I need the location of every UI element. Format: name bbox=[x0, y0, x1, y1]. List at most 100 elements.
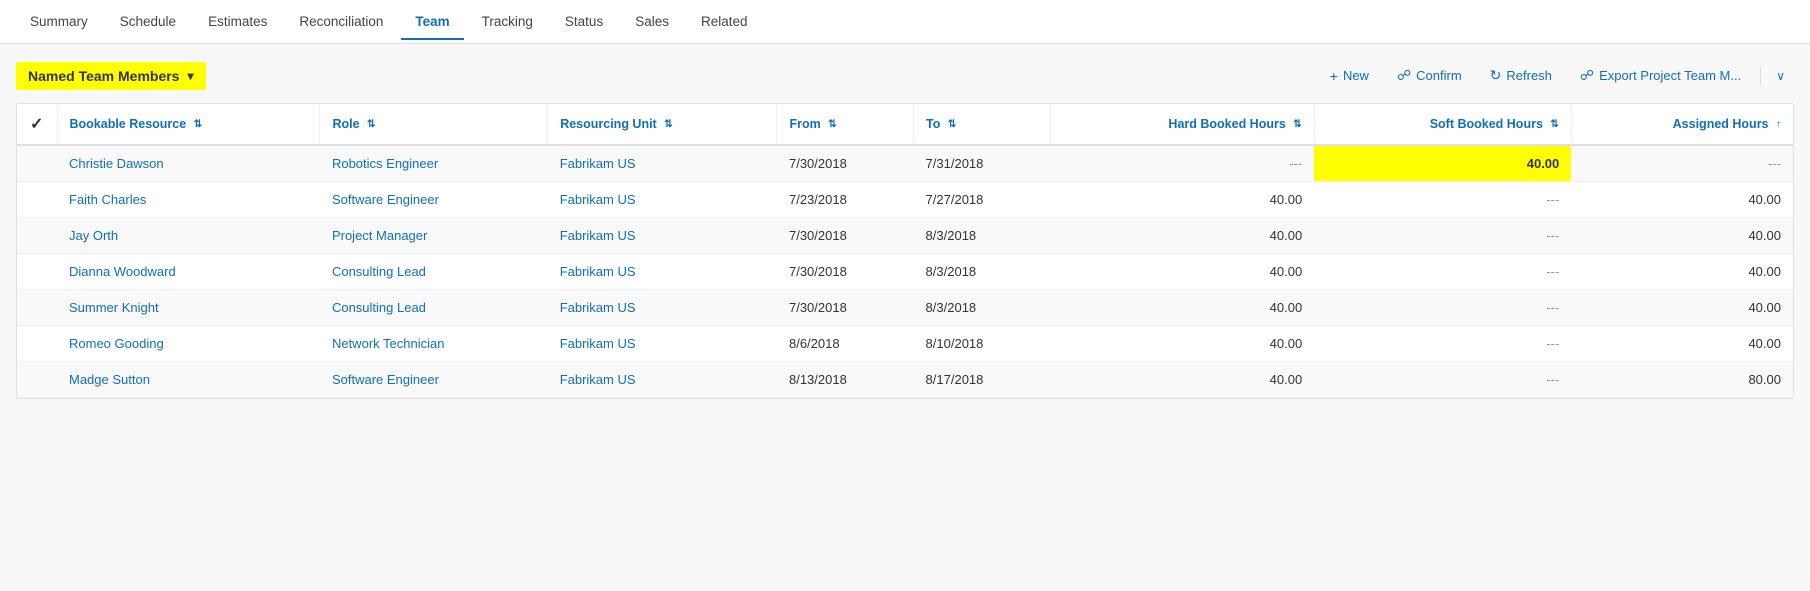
cell-resource[interactable]: Dianna Woodward bbox=[57, 254, 320, 290]
nav-item-summary[interactable]: Summary bbox=[16, 4, 102, 39]
confirm-icon: ☍ bbox=[1397, 67, 1411, 84]
cell-unit[interactable]: Fabrikam US bbox=[548, 362, 777, 398]
col-role[interactable]: Role ⇅ bbox=[320, 104, 548, 145]
nav-item-related[interactable]: Related bbox=[687, 4, 762, 39]
col-hard-booked-label: Hard Booked Hours bbox=[1168, 117, 1285, 131]
cell-from: 7/30/2018 bbox=[777, 254, 914, 290]
cell-unit[interactable]: Fabrikam US bbox=[548, 326, 777, 362]
table-row: Dianna WoodwardConsulting LeadFabrikam U… bbox=[17, 254, 1793, 290]
row-checkbox[interactable] bbox=[17, 182, 57, 218]
table-row: Jay OrthProject ManagerFabrikam US7/30/2… bbox=[17, 218, 1793, 254]
nav-item-tracking[interactable]: Tracking bbox=[468, 4, 547, 39]
row-checkbox[interactable] bbox=[17, 362, 57, 398]
cell-from: 7/30/2018 bbox=[777, 145, 914, 182]
toolbar-separator bbox=[1760, 66, 1761, 86]
cell-role[interactable]: Consulting Lead bbox=[320, 254, 548, 290]
cell-role[interactable]: Project Manager bbox=[320, 218, 548, 254]
sort-icon-to: ⇅ bbox=[948, 119, 956, 130]
cell-to: 8/3/2018 bbox=[914, 290, 1051, 326]
col-bookable-resource[interactable]: Bookable Resource ⇅ bbox=[57, 104, 320, 145]
cell-resource[interactable]: Christie Dawson bbox=[57, 145, 320, 182]
row-checkbox[interactable] bbox=[17, 326, 57, 362]
cell-hard-booked: 40.00 bbox=[1050, 254, 1314, 290]
cell-soft-booked: --- bbox=[1314, 326, 1571, 362]
col-from[interactable]: From ⇅ bbox=[777, 104, 914, 145]
col-resourcing-unit[interactable]: Resourcing Unit ⇅ bbox=[548, 104, 777, 145]
cell-resource[interactable]: Romeo Gooding bbox=[57, 326, 320, 362]
cell-unit[interactable]: Fabrikam US bbox=[548, 218, 777, 254]
cell-soft-booked: --- bbox=[1314, 362, 1571, 398]
cell-from: 8/13/2018 bbox=[777, 362, 914, 398]
cell-role[interactable]: Robotics Engineer bbox=[320, 145, 548, 182]
cell-from: 7/30/2018 bbox=[777, 218, 914, 254]
cell-resource[interactable]: Madge Sutton bbox=[57, 362, 320, 398]
nav-item-estimates[interactable]: Estimates bbox=[194, 4, 281, 39]
sort-icon-role: ⇅ bbox=[367, 119, 375, 130]
nav-item-status[interactable]: Status bbox=[551, 4, 617, 39]
cell-unit[interactable]: Fabrikam US bbox=[548, 145, 777, 182]
select-all-header[interactable]: ✓ bbox=[17, 104, 57, 145]
named-team-members-button[interactable]: Named Team Members ▾ bbox=[16, 62, 206, 90]
confirm-button[interactable]: ☍ Confirm bbox=[1384, 60, 1475, 91]
col-to[interactable]: To ⇅ bbox=[914, 104, 1051, 145]
cell-soft-booked: 40.00 bbox=[1314, 145, 1571, 182]
nav-item-sales[interactable]: Sales bbox=[621, 4, 683, 39]
plus-icon: + bbox=[1330, 68, 1338, 84]
cell-assigned: --- bbox=[1571, 145, 1793, 182]
sort-icon-resource: ⇅ bbox=[194, 119, 202, 130]
table-row: Madge SuttonSoftware EngineerFabrikam US… bbox=[17, 362, 1793, 398]
cell-resource[interactable]: Jay Orth bbox=[57, 218, 320, 254]
section-header: Named Team Members ▾ + New ☍ Confirm ↻ R… bbox=[16, 60, 1794, 91]
col-soft-booked-label: Soft Booked Hours bbox=[1430, 117, 1543, 131]
cell-soft-booked: --- bbox=[1314, 254, 1571, 290]
col-to-label: To bbox=[926, 117, 940, 131]
nav-item-team[interactable]: Team bbox=[401, 4, 463, 39]
main-content: Named Team Members ▾ + New ☍ Confirm ↻ R… bbox=[0, 44, 1810, 584]
row-checkbox[interactable] bbox=[17, 218, 57, 254]
cell-resource[interactable]: Summer Knight bbox=[57, 290, 320, 326]
new-label: New bbox=[1343, 68, 1369, 83]
export-icon: ☍ bbox=[1580, 67, 1594, 84]
col-assigned[interactable]: Assigned Hours ↑ bbox=[1571, 104, 1793, 145]
col-hard-booked[interactable]: Hard Booked Hours ⇅ bbox=[1050, 104, 1314, 145]
nav-item-reconciliation[interactable]: Reconciliation bbox=[285, 4, 397, 39]
cell-to: 7/31/2018 bbox=[914, 145, 1051, 182]
table-body: Christie DawsonRobotics EngineerFabrikam… bbox=[17, 145, 1793, 398]
refresh-icon: ↻ bbox=[1490, 67, 1502, 84]
cell-to: 7/27/2018 bbox=[914, 182, 1051, 218]
cell-soft-booked: --- bbox=[1314, 218, 1571, 254]
chevron-down-icon: ▾ bbox=[187, 69, 193, 83]
cell-to: 8/10/2018 bbox=[914, 326, 1051, 362]
toolbar-right: + New ☍ Confirm ↻ Refresh ☍ Export Proje… bbox=[1317, 60, 1794, 91]
table-row: Summer KnightConsulting LeadFabrikam US7… bbox=[17, 290, 1793, 326]
toolbar-expand-chevron[interactable]: ∨ bbox=[1767, 62, 1794, 90]
cell-assigned: 40.00 bbox=[1571, 182, 1793, 218]
col-bookable-resource-label: Bookable Resource bbox=[70, 117, 187, 131]
cell-resource[interactable]: Faith Charles bbox=[57, 182, 320, 218]
cell-from: 7/30/2018 bbox=[777, 290, 914, 326]
nav-item-schedule[interactable]: Schedule bbox=[106, 4, 190, 39]
cell-role[interactable]: Consulting Lead bbox=[320, 290, 548, 326]
cell-to: 8/3/2018 bbox=[914, 254, 1051, 290]
export-button[interactable]: ☍ Export Project Team M... bbox=[1567, 60, 1754, 91]
col-assigned-label: Assigned Hours bbox=[1673, 117, 1769, 131]
cell-role[interactable]: Software Engineer bbox=[320, 182, 548, 218]
table-header-row: ✓ Bookable Resource ⇅ Role ⇅ Resourcing … bbox=[17, 104, 1793, 145]
row-checkbox[interactable] bbox=[17, 254, 57, 290]
row-checkbox[interactable] bbox=[17, 290, 57, 326]
cell-soft-booked: --- bbox=[1314, 182, 1571, 218]
new-button[interactable]: + New bbox=[1317, 61, 1382, 91]
cell-unit[interactable]: Fabrikam US bbox=[548, 290, 777, 326]
cell-unit[interactable]: Fabrikam US bbox=[548, 254, 777, 290]
row-checkbox[interactable] bbox=[17, 145, 57, 182]
col-soft-booked[interactable]: Soft Booked Hours ⇅ bbox=[1314, 104, 1571, 145]
cell-to: 8/3/2018 bbox=[914, 218, 1051, 254]
sort-icon-soft: ⇅ bbox=[1550, 119, 1558, 130]
cell-role[interactable]: Software Engineer bbox=[320, 362, 548, 398]
cell-hard-booked: --- bbox=[1050, 145, 1314, 182]
cell-unit[interactable]: Fabrikam US bbox=[548, 182, 777, 218]
table-row: Christie DawsonRobotics EngineerFabrikam… bbox=[17, 145, 1793, 182]
cell-role[interactable]: Network Technician bbox=[320, 326, 548, 362]
cell-assigned: 40.00 bbox=[1571, 218, 1793, 254]
refresh-button[interactable]: ↻ Refresh bbox=[1477, 60, 1565, 91]
